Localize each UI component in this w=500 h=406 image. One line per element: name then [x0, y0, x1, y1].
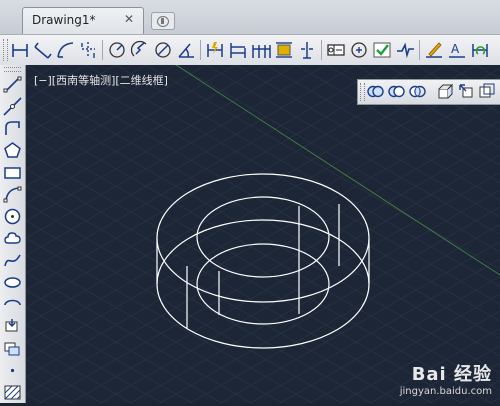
radius-dimension-icon[interactable] — [107, 39, 127, 61]
quick-dimension-icon[interactable] — [205, 39, 225, 61]
model-space-view — [26, 65, 500, 403]
new-drawing-tab-button[interactable] — [151, 12, 175, 30]
insert-block-icon[interactable] — [3, 317, 22, 336]
toolbar-grip[interactable] — [4, 67, 21, 72]
drawing-canvas[interactable]: [−][西南等轴测][二维线框] Bai 经验 jingyan.baidu.co… — [26, 65, 500, 403]
ordinate-dimension-icon[interactable] — [78, 39, 98, 61]
tab-drawing1[interactable]: Drawing1* ✕ — [22, 7, 144, 34]
dimension-toolbar: A — [0, 34, 500, 66]
toolbar-separator — [200, 40, 201, 60]
arc-icon[interactable] — [3, 185, 22, 204]
subtract-icon[interactable] — [387, 82, 406, 101]
circle-icon[interactable] — [3, 207, 22, 226]
document-tab-bar: Drawing1* ✕ — [0, 0, 500, 34]
angular-dimension-icon[interactable] — [176, 39, 196, 61]
linear-dimension-icon[interactable] — [10, 39, 30, 61]
revision-cloud-icon[interactable] — [3, 229, 22, 248]
toolbar-separator — [102, 40, 103, 60]
rectangle-icon[interactable] — [3, 163, 22, 182]
watermark-logo: Bai 经验 — [411, 364, 492, 385]
solid-editing-toolbar — [357, 79, 500, 105]
continue-dimension-icon[interactable] — [251, 39, 271, 61]
watermark: Bai 经验 jingyan.baidu.com — [400, 360, 492, 397]
draw-toolbar — [0, 65, 26, 403]
polygon-icon[interactable] — [3, 141, 22, 160]
ellipse-icon[interactable] — [3, 273, 22, 292]
point-icon[interactable] — [3, 361, 22, 380]
extrude-faces-icon[interactable] — [436, 82, 455, 101]
tolerance-icon[interactable] — [326, 39, 346, 61]
toolbar-separator — [419, 40, 420, 60]
toolbar-grip[interactable] — [3, 39, 8, 61]
polyline-icon[interactable] — [3, 119, 22, 138]
move-faces-icon[interactable] — [457, 82, 476, 101]
spline-icon[interactable] — [3, 251, 22, 270]
dimension-text-edit-icon[interactable]: A — [447, 39, 467, 61]
jogged-linear-icon[interactable] — [395, 39, 415, 61]
tab-title: Drawing1* — [32, 13, 96, 27]
close-icon[interactable]: ✕ — [124, 12, 134, 26]
offset-faces-icon[interactable] — [478, 82, 497, 101]
dimension-break-icon[interactable] — [297, 39, 317, 61]
dimension-edit-icon[interactable] — [424, 39, 444, 61]
ellipse-arc-icon[interactable] — [3, 295, 22, 314]
baseline-dimension-icon[interactable] — [228, 39, 248, 61]
aligned-dimension-icon[interactable] — [32, 39, 52, 61]
intersect-icon[interactable] — [408, 82, 427, 101]
viewport-controls-label[interactable]: [−][西南等轴测][二维线框] — [34, 72, 168, 88]
watermark-url: jingyan.baidu.com — [399, 386, 492, 397]
diameter-dimension-icon[interactable] — [153, 39, 173, 61]
dimension-update-icon[interactable] — [470, 39, 490, 61]
union-icon[interactable] — [366, 82, 385, 101]
toolbar-grip[interactable] — [360, 83, 365, 101]
jogged-dimension-icon[interactable] — [130, 39, 150, 61]
arc-length-icon[interactable] — [55, 39, 75, 61]
inspection-icon[interactable] — [372, 39, 392, 61]
line-icon[interactable] — [3, 75, 22, 94]
hatch-icon[interactable] — [3, 383, 22, 402]
make-block-icon[interactable] — [3, 339, 22, 358]
svg-text:A: A — [451, 42, 460, 56]
toolbar-separator — [321, 40, 322, 60]
dimension-space-icon[interactable] — [274, 39, 294, 61]
center-mark-icon[interactable] — [349, 39, 369, 61]
construction-line-icon[interactable] — [3, 97, 22, 116]
